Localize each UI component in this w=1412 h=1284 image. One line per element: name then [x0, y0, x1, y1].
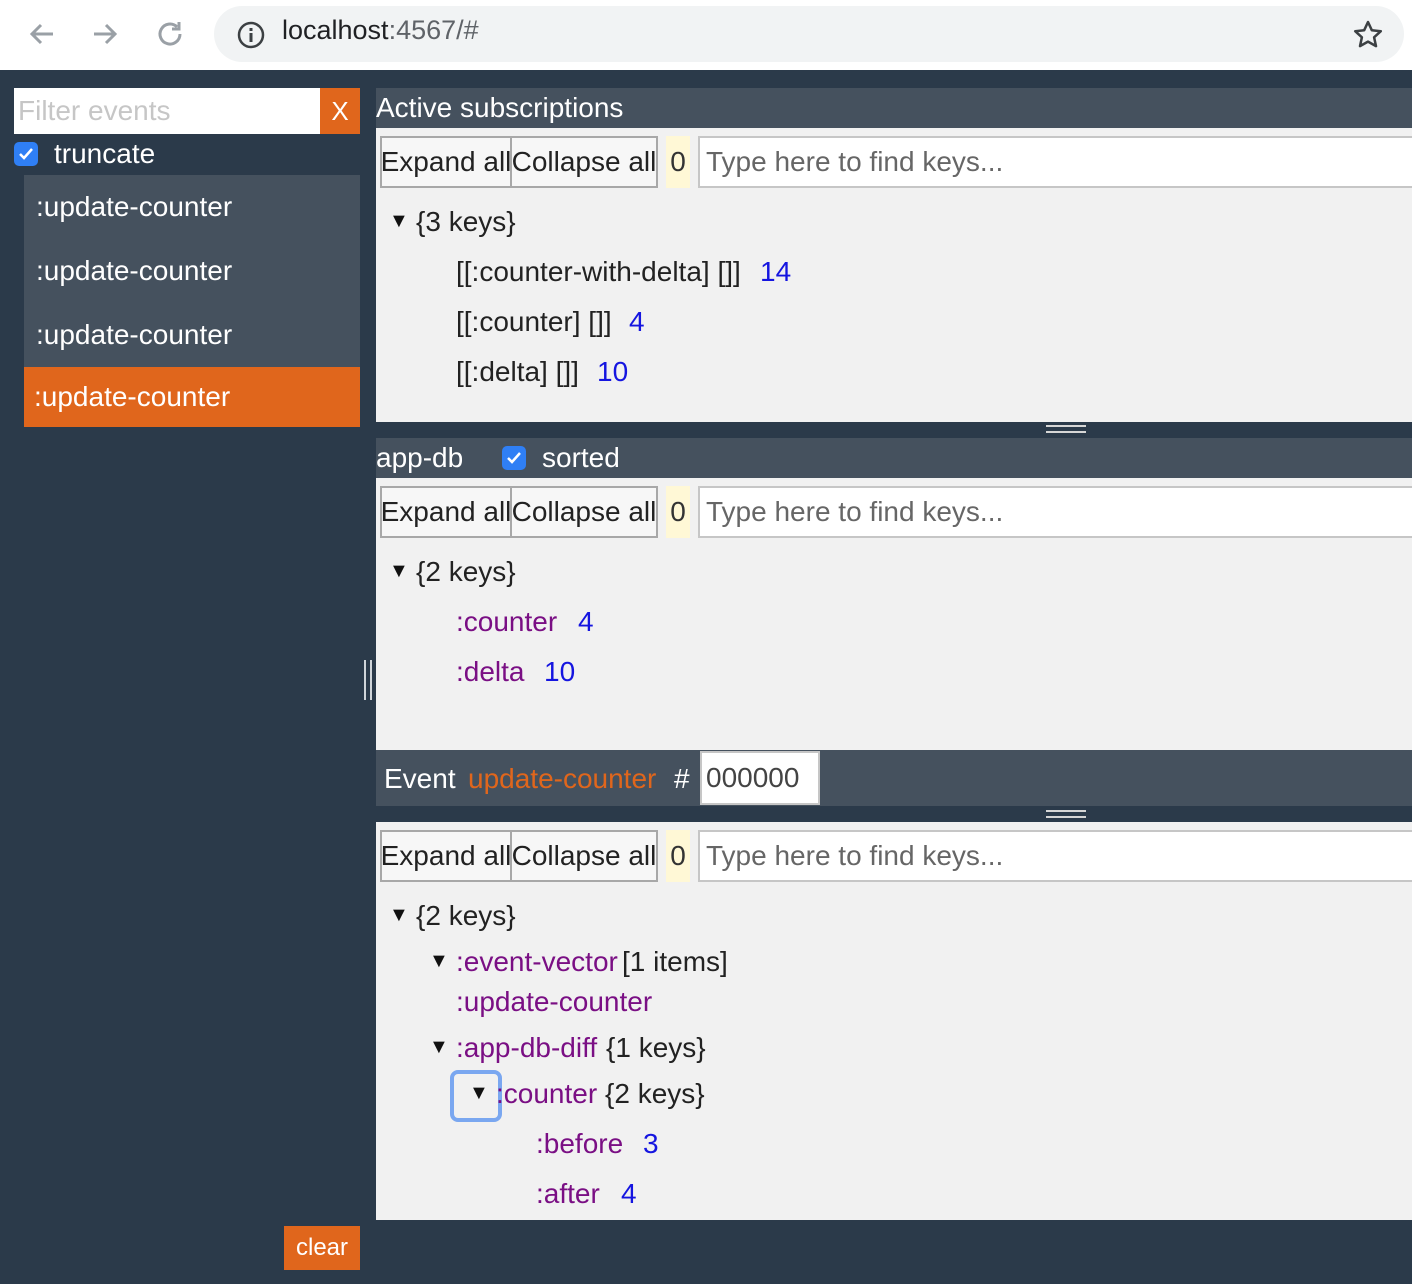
- star-icon[interactable]: [1352, 19, 1384, 51]
- checkmark-icon: [19, 148, 33, 160]
- url-port-path: :4567/#: [388, 15, 479, 45]
- clear-filter-button[interactable]: X: [320, 88, 360, 134]
- appdb-header: app-db: [376, 438, 1412, 478]
- panel-resize-handle[interactable]: [1046, 810, 1086, 818]
- tree-key: :before: [536, 1128, 624, 1159]
- event-search-input[interactable]: [698, 830, 1412, 882]
- tree-key: :delta: [456, 656, 525, 687]
- collapse-all-button[interactable]: Collapse all: [510, 486, 658, 538]
- appdb-title: app-db: [376, 442, 464, 473]
- tree-key: [[:delta] []]: [456, 356, 579, 387]
- truncate-checkbox[interactable]: [14, 142, 38, 166]
- match-count: 0: [666, 486, 690, 538]
- reload-icon[interactable]: [150, 14, 190, 54]
- tree-root-label: {3 keys}: [416, 206, 516, 237]
- arrow-left-icon[interactable]: [22, 14, 62, 54]
- tree-meta: {1 keys}: [606, 1032, 706, 1063]
- tree-value: :update-counter: [456, 986, 653, 1017]
- tree-value: 14: [760, 256, 792, 287]
- event-label: Event: [384, 763, 456, 794]
- event-hash: #: [674, 763, 690, 794]
- tree-value: 4: [629, 306, 645, 337]
- tree-key: [[:counter] []]: [456, 306, 612, 337]
- tree-key: :app-db-diff: [456, 1032, 598, 1063]
- tree-key: :counter: [456, 606, 558, 637]
- event-list-item[interactable]: :update-counter: [24, 239, 360, 303]
- info-icon[interactable]: [236, 20, 266, 50]
- subscriptions-title: Active subscriptions: [376, 92, 624, 123]
- match-count: 0: [666, 136, 690, 188]
- url-host: localhost: [282, 15, 389, 45]
- tree-value: 4: [621, 1178, 637, 1209]
- collapse-all-button[interactable]: Collapse all: [510, 830, 658, 882]
- tree-key: [[:counter-with-delta] []]: [456, 256, 741, 287]
- clear-events-button[interactable]: clear: [284, 1226, 360, 1270]
- url-text: localhost:4567/#: [282, 15, 479, 46]
- tree-value: 3: [643, 1128, 659, 1159]
- expand-all-button[interactable]: Expand all: [380, 486, 512, 538]
- subscriptions-search-input[interactable]: [698, 136, 1412, 188]
- sorted-label: sorted: [542, 442, 620, 473]
- tree-root-label: {2 keys}: [416, 900, 516, 931]
- tree-meta: [1 items]: [622, 946, 728, 977]
- tree-key: :after: [536, 1178, 600, 1209]
- tree-value: 10: [597, 356, 629, 387]
- expand-all-button[interactable]: Expand all: [380, 830, 512, 882]
- arrow-right-icon[interactable]: [85, 14, 125, 54]
- tree-value: 4: [578, 606, 594, 637]
- event-list-item[interactable]: :update-counter: [24, 303, 360, 367]
- truncate-label: truncate: [54, 138, 156, 169]
- collapse-triangle-icon[interactable]: ▼: [429, 950, 449, 973]
- event-name: update-counter: [468, 763, 657, 794]
- checkmark-icon: [507, 452, 521, 464]
- collapse-triangle-icon[interactable]: ▼: [389, 560, 409, 583]
- event-list-item[interactable]: :update-counter: [24, 175, 360, 239]
- subscriptions-header: Active subscriptions: [376, 88, 1412, 128]
- sorted-checkbox[interactable]: [502, 446, 526, 470]
- panel-resize-handle[interactable]: [1046, 425, 1086, 433]
- tree-value: 10: [544, 656, 576, 687]
- appdb-search-input[interactable]: [698, 486, 1412, 538]
- expand-all-button[interactable]: Expand all: [380, 136, 512, 188]
- tree-key: :counter: [496, 1078, 598, 1109]
- event-number-input[interactable]: [700, 751, 820, 805]
- collapse-triangle-icon[interactable]: ▼: [389, 904, 409, 927]
- tree-meta: {2 keys}: [605, 1078, 705, 1109]
- browser-toolbar: localhost:4567/#: [0, 0, 1412, 70]
- tree-key: :event-vector: [456, 946, 618, 977]
- collapse-all-button[interactable]: Collapse all: [510, 136, 658, 188]
- filter-events-input[interactable]: [14, 88, 320, 134]
- match-count: 0: [666, 830, 690, 882]
- collapse-triangle-icon[interactable]: ▼: [389, 210, 409, 233]
- collapse-triangle-icon[interactable]: ▼: [429, 1036, 449, 1059]
- event-list: :update-counter :update-counter :update-…: [24, 175, 360, 427]
- collapse-triangle-icon[interactable]: ▼: [469, 1082, 489, 1105]
- tree-root-label: {2 keys}: [416, 556, 516, 587]
- sidebar-resize-handle[interactable]: [364, 660, 372, 700]
- event-list-item-selected[interactable]: :update-counter: [24, 367, 360, 427]
